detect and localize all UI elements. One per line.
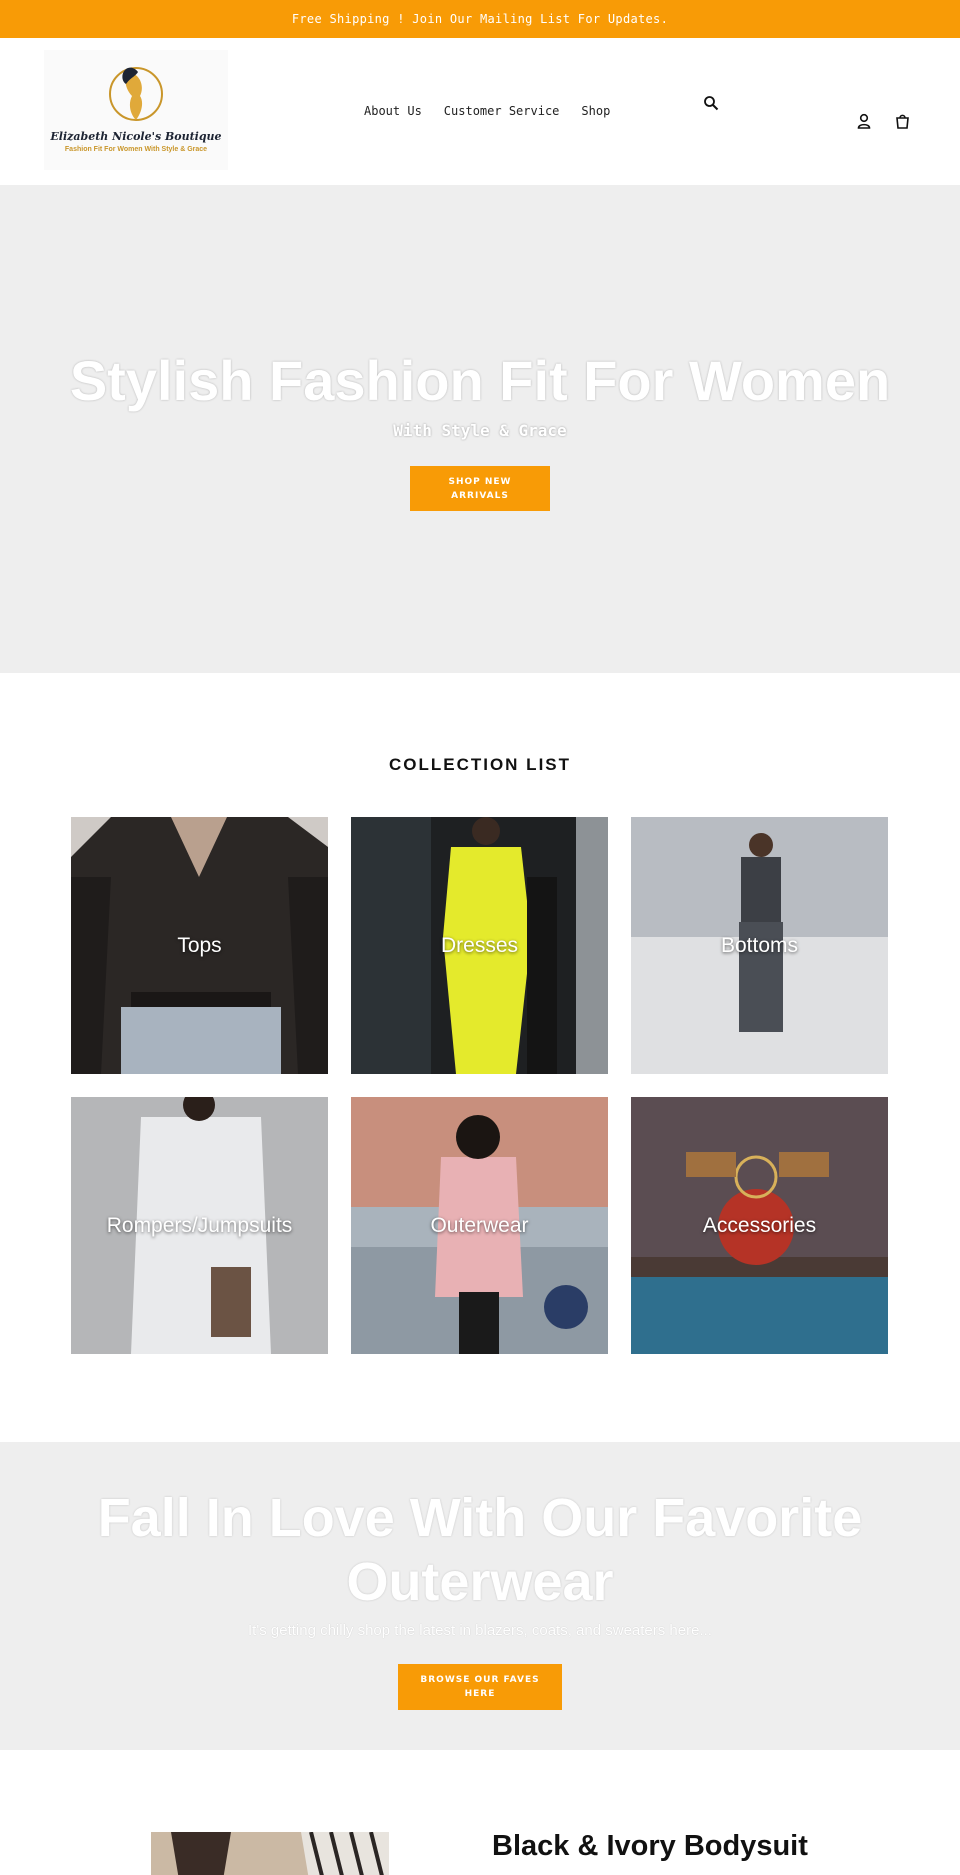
account-button[interactable] [853, 110, 875, 132]
collection-list-heading: COLLECTION LIST [388, 755, 572, 774]
promo-subtitle: It's getting chilly shop the latest in b… [248, 1622, 712, 1639]
shop-new-arrivals-button[interactable]: SHOP NEW ARRIVALS [410, 466, 550, 511]
logo[interactable]: Elizabeth Nicole's Boutique Fashion Fit … [44, 50, 228, 170]
account-icon [857, 113, 871, 129]
hero-banner: Stylish Fashion Fit For Women With Style… [0, 185, 960, 673]
promo-title: Fall In Love With Our Favorite Outerwear [0, 1486, 960, 1614]
search-icon [704, 96, 719, 111]
browse-faves-button[interactable]: BROWSE OUR FAVES HERE [398, 1664, 562, 1710]
cart-button[interactable] [891, 110, 913, 132]
tile-label-tops: Tops [177, 933, 222, 957]
collection-tile-dresses[interactable]: Dresses [351, 817, 608, 1074]
bodysuit-image [151, 1832, 389, 1875]
collection-tile-tops[interactable]: Tops [71, 817, 328, 1074]
nav-about-us[interactable]: About Us [364, 104, 422, 118]
featured-product-title: Black & Ivory Bodysuit [492, 1830, 808, 1862]
logo-name: Elizabeth Nicole's Boutique [50, 130, 222, 143]
nav-shop[interactable]: Shop [581, 104, 610, 118]
announcement-bar: Free Shipping ! Join Our Mailing List Fo… [0, 0, 960, 38]
search-button[interactable] [700, 92, 722, 114]
collection-tile-accessories[interactable]: Accessories [631, 1097, 888, 1354]
collection-tile-outerwear[interactable]: Outerwear [351, 1097, 608, 1354]
promo-title-line1: Fall In Love With Our Favorite [97, 1488, 863, 1548]
tile-label-outerwear: Outerwear [430, 1213, 529, 1237]
site-header: Elizabeth Nicole's Boutique Fashion Fit … [0, 38, 960, 185]
promo-banner: Fall In Love With Our Favorite Outerwear… [0, 1442, 960, 1750]
featured-product-image[interactable] [151, 1832, 389, 1875]
announcement-text: Free Shipping ! Join Our Mailing List Fo… [291, 12, 669, 26]
collection-tile-rompers-jumpsuits[interactable]: Rompers/Jumpsuits [71, 1097, 328, 1354]
hero-title: Stylish Fashion Fit For Women [69, 349, 891, 412]
main-nav: About Us Customer Service Shop [364, 104, 610, 118]
tile-label-dresses: Dresses [440, 933, 519, 957]
tile-label-bottoms: Bottoms [720, 933, 799, 957]
promo-title-line2: Outerwear [346, 1552, 614, 1612]
logo-tagline: Fashion Fit For Women With Style & Grace [64, 146, 208, 153]
tile-label-rompers-jumpsuits: Rompers/Jumpsuits [106, 1213, 293, 1237]
hero-subtitle: With Style & Grace [393, 421, 567, 440]
nav-customer-service[interactable]: Customer Service [444, 104, 560, 118]
cart-icon [895, 114, 909, 129]
tile-label-accessories: Accessories [702, 1213, 817, 1237]
collection-tile-bottoms[interactable]: Bottoms [631, 817, 888, 1074]
